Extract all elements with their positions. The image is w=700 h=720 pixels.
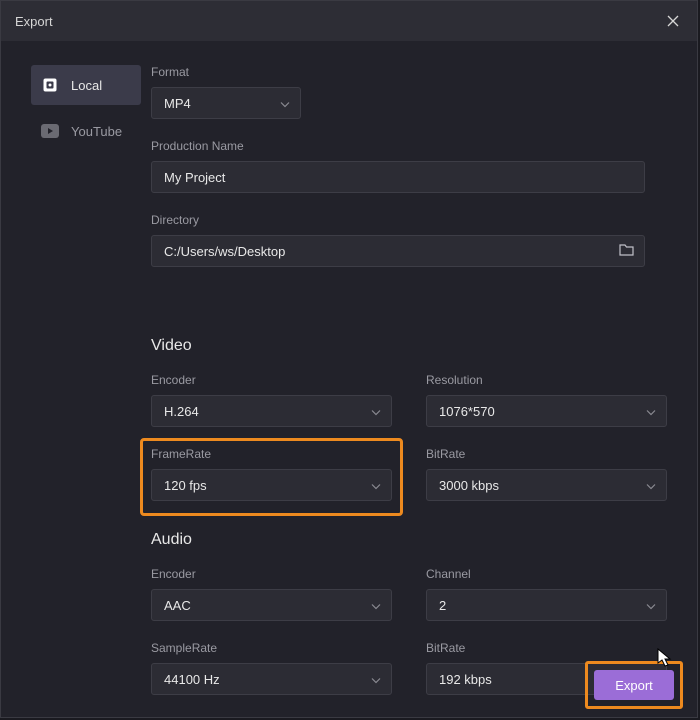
video-encoder-label: Encoder bbox=[151, 373, 392, 387]
channel-field: Channel 2 bbox=[426, 567, 667, 621]
channel-value: 2 bbox=[439, 598, 446, 613]
video-encoder-value: H.264 bbox=[164, 404, 199, 419]
window-title: Export bbox=[15, 14, 53, 29]
close-button[interactable] bbox=[661, 9, 685, 33]
audio-heading: Audio bbox=[151, 531, 667, 549]
video-bitrate-select[interactable]: 3000 kbps bbox=[426, 469, 667, 501]
directory-input[interactable]: C:/Users/ws/Desktop bbox=[151, 235, 645, 267]
directory-label: Directory bbox=[151, 213, 667, 227]
format-value: MP4 bbox=[164, 96, 191, 111]
video-bitrate-value: 3000 kbps bbox=[439, 478, 499, 493]
video-bitrate-label: BitRate bbox=[426, 447, 667, 461]
sidebar-item-label: YouTube bbox=[71, 124, 122, 139]
audio-bitrate-label: BitRate bbox=[426, 641, 667, 655]
local-icon bbox=[41, 76, 59, 94]
titlebar: Export bbox=[1, 1, 697, 41]
resolution-select[interactable]: 1076*570 bbox=[426, 395, 667, 427]
production-name-label: Production Name bbox=[151, 139, 667, 153]
export-button[interactable]: Export bbox=[594, 670, 674, 700]
format-label: Format bbox=[151, 65, 667, 79]
body: Local YouTube Format MP4 Production Name bbox=[1, 41, 697, 717]
production-name-field: Production Name My Project bbox=[151, 139, 667, 193]
main-panel: Format MP4 Production Name My Project Di… bbox=[151, 65, 697, 717]
folder-icon[interactable] bbox=[619, 243, 634, 259]
samplerate-field: SampleRate 44100 Hz bbox=[151, 641, 392, 695]
framerate-value: 120 fps bbox=[164, 478, 207, 493]
production-name-value: My Project bbox=[164, 170, 225, 185]
chevron-down-icon bbox=[646, 478, 656, 493]
channel-label: Channel bbox=[426, 567, 667, 581]
resolution-label: Resolution bbox=[426, 373, 667, 387]
framerate-field: FrameRate 120 fps bbox=[151, 447, 392, 501]
directory-value: C:/Users/ws/Desktop bbox=[164, 244, 285, 259]
samplerate-select[interactable]: 44100 Hz bbox=[151, 663, 392, 695]
channel-select[interactable]: 2 bbox=[426, 589, 667, 621]
export-highlight: Export bbox=[585, 661, 683, 709]
chevron-down-icon bbox=[280, 96, 290, 111]
chevron-down-icon bbox=[646, 404, 656, 419]
chevron-down-icon bbox=[371, 404, 381, 419]
sidebar-item-local[interactable]: Local bbox=[31, 65, 141, 105]
format-field: Format MP4 bbox=[151, 65, 667, 119]
video-encoder-field: Encoder H.264 bbox=[151, 373, 392, 427]
chevron-down-icon bbox=[371, 672, 381, 687]
audio-encoder-label: Encoder bbox=[151, 567, 392, 581]
format-select[interactable]: MP4 bbox=[151, 87, 301, 119]
sidebar: Local YouTube bbox=[1, 65, 151, 717]
samplerate-label: SampleRate bbox=[151, 641, 392, 655]
sidebar-item-label: Local bbox=[71, 78, 102, 93]
resolution-field: Resolution 1076*570 bbox=[426, 373, 667, 427]
framerate-highlight: FrameRate 120 fps bbox=[140, 438, 403, 516]
audio-encoder-select[interactable]: AAC bbox=[151, 589, 392, 621]
sidebar-item-youtube[interactable]: YouTube bbox=[31, 111, 141, 151]
audio-encoder-value: AAC bbox=[164, 598, 191, 613]
video-encoder-select[interactable]: H.264 bbox=[151, 395, 392, 427]
chevron-down-icon bbox=[371, 478, 381, 493]
framerate-select[interactable]: 120 fps bbox=[151, 469, 392, 501]
video-section: Video Encoder H.264 Resolution 1076*570 bbox=[151, 337, 667, 501]
audio-encoder-field: Encoder AAC bbox=[151, 567, 392, 621]
framerate-label: FrameRate bbox=[151, 447, 392, 461]
resolution-value: 1076*570 bbox=[439, 404, 495, 419]
chevron-down-icon bbox=[371, 598, 381, 613]
export-window: Export Local YouTube Format bbox=[0, 0, 698, 718]
production-name-input[interactable]: My Project bbox=[151, 161, 645, 193]
close-icon bbox=[667, 15, 679, 27]
video-bitrate-field: BitRate 3000 kbps bbox=[426, 447, 667, 501]
samplerate-value: 44100 Hz bbox=[164, 672, 220, 687]
audio-bitrate-value: 192 kbps bbox=[439, 672, 492, 687]
youtube-icon bbox=[41, 122, 59, 140]
video-heading: Video bbox=[151, 337, 667, 355]
directory-field: Directory C:/Users/ws/Desktop bbox=[151, 213, 667, 267]
chevron-down-icon bbox=[646, 598, 656, 613]
